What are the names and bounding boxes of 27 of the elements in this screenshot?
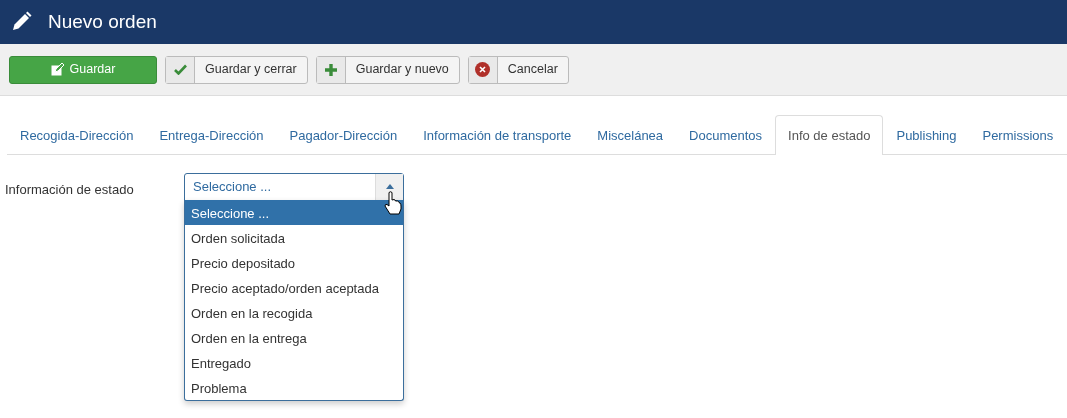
tab[interactable]: Publishing: [883, 115, 970, 155]
dropdown-option[interactable]: Precio depositado: [185, 249, 403, 275]
toolbar-button[interactable]: Guardar y cerrar: [165, 55, 308, 84]
check-icon: [173, 64, 187, 75]
plus-icon: [323, 62, 338, 77]
tab[interactable]: Miscelánea: [584, 115, 677, 155]
dropdown-option[interactable]: Orden en la entrega: [185, 324, 403, 350]
dropdown-option[interactable]: Entregado: [185, 349, 403, 375]
dropdown-option[interactable]: Orden en la recogida: [185, 299, 403, 325]
select-field[interactable]: Seleccione ...: [184, 172, 404, 201]
tab[interactable]: Entrega-Dirección: [146, 115, 277, 155]
edit-icon: [50, 63, 64, 76]
tab[interactable]: Pagador-Dirección: [276, 115, 411, 155]
tab[interactable]: Recogida-Dirección: [7, 115, 147, 155]
pencil-icon: [10, 11, 32, 33]
dropdown-option[interactable]: Precio aceptado/orden aceptada: [185, 274, 403, 300]
tab[interactable]: Documentos: [676, 115, 776, 155]
dropdown-option[interactable]: Problema: [185, 374, 403, 400]
tab[interactable]: Permissions: [969, 115, 1067, 155]
tab[interactable]: Información de transporte: [410, 115, 585, 155]
toolbar-button[interactable]: Cancelar: [467, 55, 569, 84]
tab[interactable]: Info de estado: [775, 115, 884, 155]
toolbar-button[interactable]: Guardar y nuevo: [315, 55, 460, 84]
page-title: Nuevo orden: [48, 10, 157, 34]
field-label: Información de estado: [5, 180, 135, 199]
dropdown-option[interactable]: Orden solicitada: [185, 224, 403, 250]
cancel-icon: [475, 62, 491, 77]
